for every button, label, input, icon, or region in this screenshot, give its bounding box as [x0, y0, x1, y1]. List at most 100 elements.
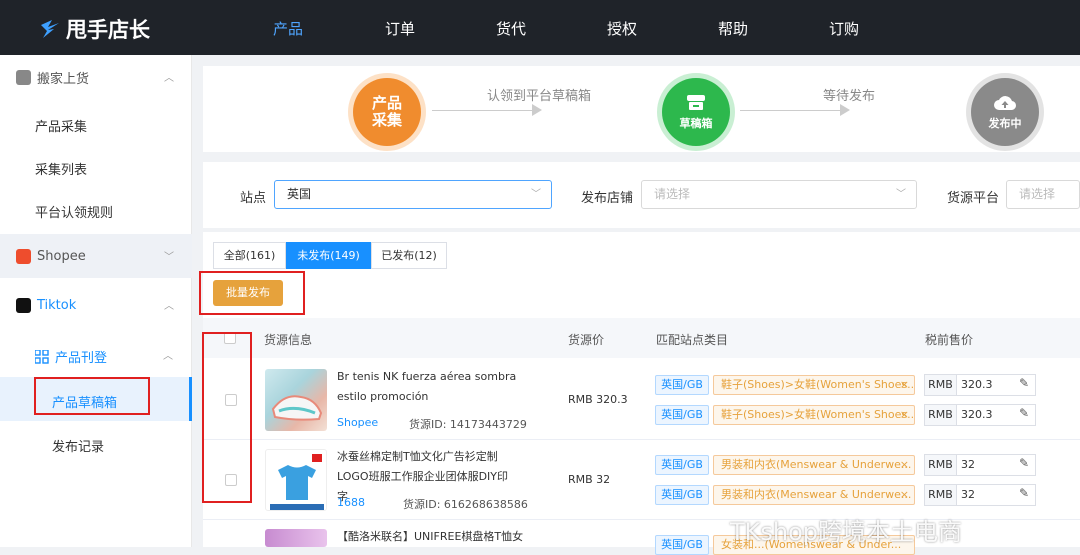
product-title[interactable]: Br tenis NK fuerza aérea sombra estilo p… [337, 367, 517, 407]
sidebar-group-label: Tiktok [37, 297, 77, 313]
step-collect: 产品 采集 [353, 78, 421, 146]
price-input[interactable]: RMB 32 ✎ [924, 484, 1036, 506]
sidebar-item-collect[interactable]: 产品采集 [35, 116, 87, 135]
close-icon[interactable]: × [900, 486, 909, 504]
store-icon [687, 94, 705, 110]
source-platform[interactable]: 1688 [337, 496, 365, 509]
batch-publish-button[interactable]: 批量发布 [213, 280, 283, 306]
step-collect-line2: 采集 [371, 111, 402, 129]
select-all-checkbox[interactable] [224, 332, 236, 344]
sidebar-item-drafts[interactable]: 产品草稿箱 [52, 392, 117, 411]
chevron-up-icon: ︿ [163, 351, 173, 362]
sneaker-image [271, 395, 323, 421]
currency-label: RMB [925, 485, 957, 505]
header-matched-category: 匹配站点类目 [656, 333, 729, 347]
sidebar-group-migrate[interactable]: 搬家上货 ︿ [0, 55, 192, 99]
step-arrow-label: 认领到平台草稿箱 [487, 89, 592, 104]
currency-label: RMB [925, 375, 957, 395]
pencil-icon[interactable]: ✎ [1019, 376, 1029, 390]
pencil-icon[interactable]: ✎ [1019, 456, 1029, 470]
close-icon[interactable]: × [900, 456, 909, 474]
tshirt-image [270, 454, 324, 510]
price-value: 320.3 [961, 408, 993, 421]
step-arrow-label: 等待发布 [823, 89, 876, 104]
brand-name: 甩手店长 [66, 18, 150, 42]
category-tag[interactable]: 鞋子(Shoes)>女鞋(Women's Shoes... × [713, 375, 915, 395]
watermark: TKshop跨境本土电商 [730, 518, 963, 546]
sidebar-group-label: Shopee [37, 248, 86, 264]
region-tag: 英国/GB [655, 485, 709, 505]
source-platform[interactable]: Shopee [337, 416, 378, 429]
sidebar-group-label: 搬家上货 [37, 71, 90, 87]
product-title[interactable]: 【酷洛米联名】UNIFREE棋盘格T恤女 [337, 527, 537, 547]
step-publishing: 发布中 [971, 78, 1039, 146]
price-input[interactable]: RMB 320.3 ✎ [924, 404, 1036, 426]
step-connector [432, 110, 532, 111]
nav-authorization[interactable]: 授权 [607, 18, 637, 39]
source-price: RMB 32 [568, 473, 611, 486]
sidebar-item-publish-log[interactable]: 发布记录 [52, 436, 104, 455]
sidebar-item-claim-rules[interactable]: 平台认领规则 [35, 202, 113, 221]
source-select-placeholder: 请选择 [1019, 187, 1056, 201]
category-tag[interactable]: 鞋子(Shoes)>女鞋(Women's Shoes... × [713, 405, 915, 425]
pencil-icon[interactable]: ✎ [1019, 406, 1029, 420]
source-id: 货源ID: 616268638586 [403, 498, 528, 511]
category-text: 鞋子(Shoes)>女鞋(Women's Shoes... [721, 378, 915, 391]
header-source-info: 货源信息 [264, 333, 313, 347]
nav-subscribe[interactable]: 订购 [829, 18, 859, 39]
sidebar-group-tiktok[interactable]: Tiktok ︿ [0, 283, 192, 327]
category-text: 男装和内衣(Menswear & Underwe... [721, 458, 912, 471]
sidebar-item-collect-list[interactable]: 采集列表 [35, 159, 87, 178]
step-publishing-label: 发布中 [988, 116, 1022, 130]
chevron-up-icon: ︿ [164, 73, 174, 84]
product-thumbnail[interactable] [265, 529, 327, 547]
header-source-price: 货源价 [568, 333, 605, 347]
store-select-placeholder: 请选择 [654, 187, 691, 201]
site-select-value: 英国 [287, 187, 312, 201]
currency-label: RMB [925, 455, 957, 475]
chevron-down-icon: ﹀ [531, 189, 541, 200]
header-pretax-price: 税前售价 [925, 333, 974, 347]
nav-orders[interactable]: 订单 [385, 18, 415, 39]
step-drafts-label: 草稿箱 [679, 116, 713, 130]
tab-published[interactable]: 已发布(12) [371, 242, 447, 269]
close-icon[interactable]: × [900, 406, 909, 424]
brand-logo-icon [41, 20, 59, 38]
category-tag[interactable]: 男装和内衣(Menswear & Underwe... × [713, 455, 915, 475]
workflow-steps [203, 66, 1080, 152]
product-thumbnail[interactable] [265, 449, 327, 511]
tab-unpublished[interactable]: 未发布(149) [286, 242, 371, 269]
store-select[interactable]: 请选择 ﹀ [641, 180, 917, 209]
category-text: 男装和内衣(Menswear & Underwe... [721, 488, 912, 501]
nav-products[interactable]: 产品 [273, 18, 303, 39]
price-value: 32 [961, 458, 975, 471]
region-tag: 英国/GB [655, 405, 709, 425]
currency-label: RMB [925, 405, 957, 425]
chevron-down-icon: ﹀ [164, 252, 174, 263]
brand-logo[interactable]: 甩手店长 [38, 14, 150, 44]
product-thumbnail[interactable] [265, 369, 327, 431]
tab-all[interactable]: 全部(161) [213, 242, 286, 269]
nav-forwarder[interactable]: 货代 [496, 18, 526, 39]
region-tag: 英国/GB [655, 535, 709, 555]
sidebar-group-shopee[interactable]: Shopee ﹀ [0, 234, 192, 278]
step-collect-line1: 产品 [371, 94, 402, 112]
nav-help[interactable]: 帮助 [718, 18, 748, 39]
row-checkbox[interactable] [225, 394, 237, 406]
category-tag[interactable]: 男装和内衣(Menswear & Underwe... × [713, 485, 915, 505]
site-select[interactable]: 英国 ﹀ [274, 180, 552, 209]
region-tag: 英国/GB [655, 455, 709, 475]
row-checkbox[interactable] [225, 474, 237, 486]
pencil-icon[interactable]: ✎ [1019, 486, 1029, 500]
close-icon[interactable]: × [900, 376, 909, 394]
region-tag: 英国/GB [655, 375, 709, 395]
source-platform-select[interactable]: 请选择 [1006, 180, 1080, 209]
price-input[interactable]: RMB 32 ✎ [924, 454, 1036, 476]
store-label: 发布店铺 [581, 191, 634, 206]
sidebar-subgroup-label: 产品刊登 [55, 351, 108, 366]
shopee-icon [16, 248, 31, 264]
sidebar-subgroup-listing[interactable]: 产品刊登 [35, 347, 107, 366]
tiktok-icon [16, 297, 31, 313]
price-input[interactable]: RMB 320.3 ✎ [924, 374, 1036, 396]
site-label: 站点 [240, 191, 267, 206]
